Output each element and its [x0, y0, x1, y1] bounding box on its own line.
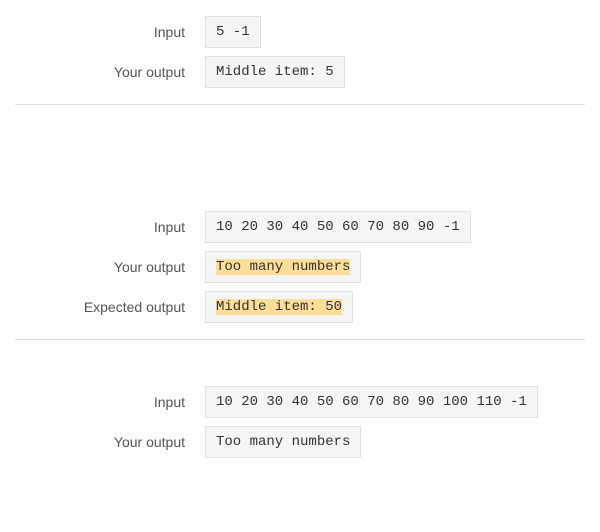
diff-highlight: Too many numbers [216, 259, 350, 275]
test-case: Input 5 -1 Your output Middle item: 5 [0, 0, 600, 104]
test-case: Input 10 20 30 40 50 60 70 80 90 100 110… [0, 340, 600, 474]
your-output-value: Too many numbers [205, 426, 361, 458]
test-case: Input 10 20 30 40 50 60 70 80 90 -1 Your… [0, 105, 600, 339]
your-output-row: Your output Too many numbers [15, 422, 585, 462]
your-output-value: Too many numbers [205, 251, 361, 283]
your-output-label: Your output [15, 64, 205, 80]
input-value: 5 -1 [205, 16, 261, 48]
input-label: Input [15, 219, 205, 235]
input-value: 10 20 30 40 50 60 70 80 90 100 110 -1 [205, 386, 538, 418]
results-container: Input 5 -1 Your output Middle item: 5 In… [0, 0, 600, 474]
your-output-value-col: Too many numbers [205, 251, 361, 283]
your-output-value-col: Too many numbers [205, 426, 361, 458]
input-row: Input 5 -1 [15, 12, 585, 52]
your-output-value: Middle item: 5 [205, 56, 345, 88]
expected-output-value: Middle item: 50 [205, 291, 353, 323]
input-value-col: 10 20 30 40 50 60 70 80 90 100 110 -1 [205, 386, 538, 418]
input-row: Input 10 20 30 40 50 60 70 80 90 100 110… [15, 382, 585, 422]
input-value-col: 5 -1 [205, 16, 261, 48]
input-value-col: 10 20 30 40 50 60 70 80 90 -1 [205, 211, 471, 243]
expected-output-label: Expected output [15, 299, 205, 315]
diff-highlight: 50 [325, 299, 342, 315]
input-value: 10 20 30 40 50 60 70 80 90 -1 [205, 211, 471, 243]
spacer [15, 117, 585, 207]
diff-highlight: Middle item: [216, 299, 325, 315]
spacer [15, 352, 585, 382]
input-label: Input [15, 394, 205, 410]
input-label: Input [15, 24, 205, 40]
input-row: Input 10 20 30 40 50 60 70 80 90 -1 [15, 207, 585, 247]
your-output-value-col: Middle item: 5 [205, 56, 345, 88]
expected-output-row: Expected output Middle item: 50 [15, 287, 585, 327]
your-output-row: Your output Too many numbers [15, 247, 585, 287]
expected-output-value-col: Middle item: 50 [205, 291, 353, 323]
your-output-row: Your output Middle item: 5 [15, 52, 585, 92]
your-output-label: Your output [15, 259, 205, 275]
your-output-label: Your output [15, 434, 205, 450]
